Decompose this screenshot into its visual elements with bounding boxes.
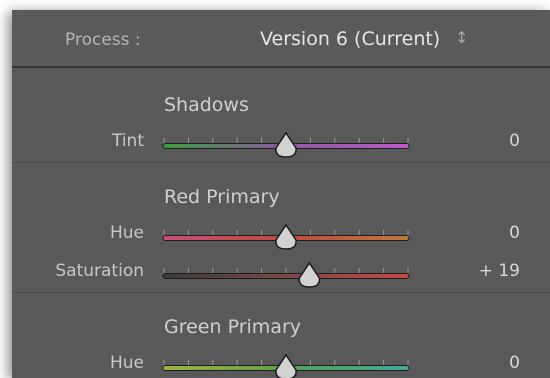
- slider-red-hue[interactable]: [162, 218, 414, 250]
- slider-value-red-saturation[interactable]: + 19: [440, 261, 520, 281]
- slider-thumb-icon[interactable]: [275, 131, 297, 158]
- slider-green-hue[interactable]: [162, 348, 412, 378]
- slider-track[interactable]: [162, 273, 410, 279]
- process-version-select[interactable]: Version 6 (Current): [260, 28, 440, 50]
- process-label: Process :: [65, 30, 141, 50]
- slider-thumb-icon[interactable]: [298, 261, 321, 288]
- slider-value-green-hue[interactable]: 0: [440, 353, 520, 373]
- slider-label-green-hue: Hue: [109, 353, 144, 373]
- slider-graphic[interactable]: [162, 256, 414, 288]
- section-title-red-primary: Red Primary: [164, 186, 280, 208]
- slider-value-shadows-tint[interactable]: 0: [440, 131, 520, 151]
- section-title-shadows: Shadows: [164, 94, 249, 116]
- slider-graphic[interactable]: [162, 126, 414, 158]
- slider-shadows-tint[interactable]: [162, 126, 414, 158]
- slider-label-shadows-tint: Tint: [111, 131, 144, 151]
- slider-thumb-icon[interactable]: [275, 353, 297, 378]
- slider-label-red-saturation: Saturation: [55, 261, 144, 281]
- develop-panel: Process : Version 6 (Current) ↕ Shadows …: [12, 10, 550, 378]
- section-divider: [12, 162, 550, 163]
- section-divider: [12, 292, 550, 293]
- section-title-green-primary: Green Primary: [164, 316, 301, 338]
- slider-graphic[interactable]: [162, 218, 414, 250]
- slider-graphic[interactable]: [162, 348, 414, 378]
- slider-label-red-hue: Hue: [109, 223, 144, 243]
- select-arrows-icon[interactable]: ↕: [455, 28, 468, 47]
- slider-thumb-icon[interactable]: [275, 223, 297, 250]
- slider-red-saturation[interactable]: [162, 256, 414, 288]
- slider-value-red-hue[interactable]: 0: [440, 223, 520, 243]
- process-row[interactable]: Process : Version 6 (Current) ↕: [12, 10, 550, 68]
